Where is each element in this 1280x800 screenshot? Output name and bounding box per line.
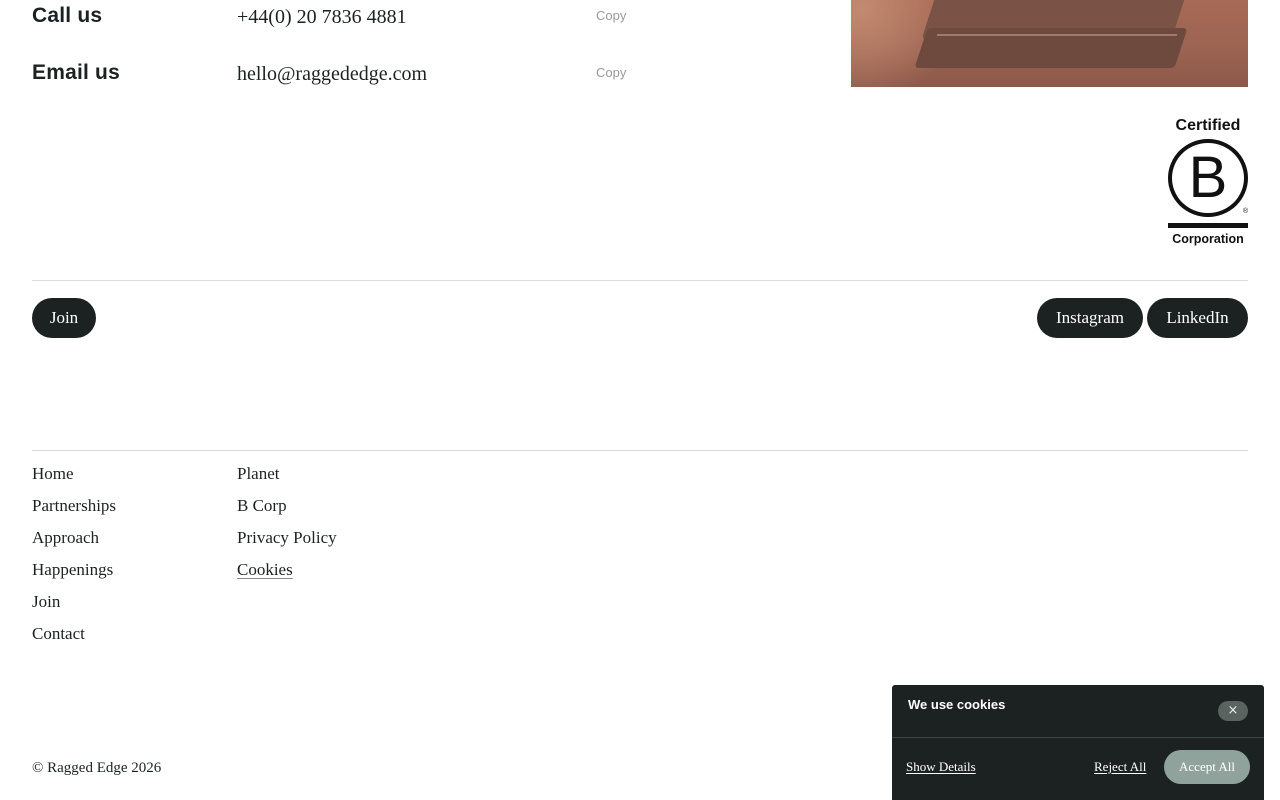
join-button[interactable]: Join bbox=[32, 298, 96, 338]
footer-link-bcorp[interactable]: B Corp bbox=[237, 494, 337, 526]
linkedin-button[interactable]: LinkedIn bbox=[1147, 298, 1248, 338]
footer-link-join[interactable]: Join bbox=[32, 590, 116, 622]
footer-link-partnerships[interactable]: Partnerships bbox=[32, 494, 116, 526]
footer-link-approach[interactable]: Approach bbox=[32, 526, 116, 558]
email-us-label: Email us bbox=[32, 61, 120, 84]
cookie-banner: We use cookies × Show Details Reject All… bbox=[892, 685, 1264, 800]
bcorp-logo: Certified B ® Corporation bbox=[1166, 117, 1250, 251]
phone-number[interactable]: +44(0) 20 7836 4881 bbox=[237, 6, 407, 29]
footer-link-privacy-policy[interactable]: Privacy Policy bbox=[237, 526, 337, 558]
copy-email-button[interactable]: Copy bbox=[596, 65, 626, 80]
footer-link-happenings[interactable]: Happenings bbox=[32, 558, 116, 590]
photo-book-pages bbox=[936, 34, 1178, 36]
call-us-label: Call us bbox=[32, 4, 103, 27]
cookie-title: We use cookies bbox=[908, 697, 1006, 712]
registered-mark: ® bbox=[1242, 208, 1248, 215]
reject-all-button[interactable]: Reject All bbox=[1094, 759, 1146, 775]
bcorp-bar bbox=[1168, 223, 1248, 228]
email-address[interactable]: hello@raggededge.com bbox=[237, 63, 427, 86]
footer-link-planet[interactable]: Planet bbox=[237, 462, 337, 494]
footer-link-home[interactable]: Home bbox=[32, 462, 116, 494]
cookie-divider bbox=[892, 737, 1264, 738]
show-details-link[interactable]: Show Details bbox=[906, 759, 976, 775]
instagram-button[interactable]: Instagram bbox=[1037, 298, 1143, 338]
bcorp-corporation-text: Corporation bbox=[1172, 232, 1244, 246]
bcorp-certified-text: Certified bbox=[1175, 117, 1241, 134]
close-icon[interactable]: × bbox=[1218, 701, 1248, 721]
call-us-row: Call us +44(0) 20 7836 4881 Copy bbox=[32, 4, 652, 44]
bcorp-letter: B bbox=[1188, 145, 1228, 210]
footer-link-cookies[interactable]: Cookies bbox=[237, 558, 337, 590]
footer-nav-primary: Home Partnerships Approach Happenings Jo… bbox=[32, 462, 116, 654]
bcorp-circle: B ® bbox=[1168, 139, 1248, 217]
accept-all-button[interactable]: Accept All bbox=[1164, 750, 1250, 784]
email-us-row: Email us hello@raggededge.com Copy bbox=[32, 61, 652, 101]
footer-nav-secondary: Planet B Corp Privacy Policy Cookies bbox=[237, 462, 337, 590]
books-photo bbox=[851, 0, 1248, 87]
divider-footer bbox=[32, 450, 1248, 451]
copyright-text: © Ragged Edge 2026 bbox=[32, 760, 162, 776]
divider-top bbox=[32, 280, 1248, 281]
footer-link-contact[interactable]: Contact bbox=[32, 622, 116, 654]
copy-phone-button[interactable]: Copy bbox=[596, 8, 626, 23]
